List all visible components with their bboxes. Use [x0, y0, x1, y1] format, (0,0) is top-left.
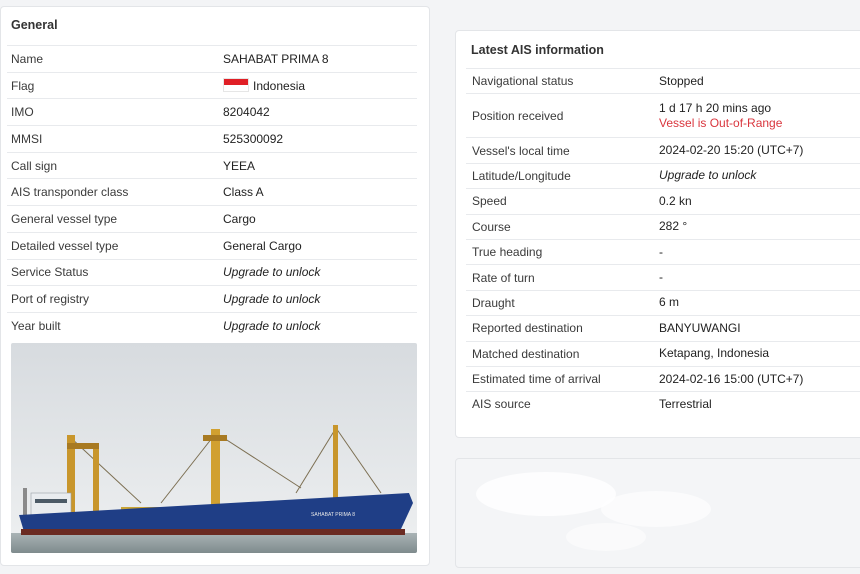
- value-rate-of-turn: -: [659, 270, 663, 285]
- value-draught: 6 m: [659, 295, 680, 310]
- label-speed: Speed: [472, 194, 507, 209]
- row-port-of-registry: Port of registry Upgrade to unlock: [7, 285, 417, 312]
- value-nav-status: Stopped: [659, 73, 704, 88]
- out-of-range-warning: Vessel is Out-of-Range: [659, 115, 783, 130]
- crane-arm-2: [203, 435, 227, 441]
- label-year-built: Year built: [11, 318, 61, 333]
- label-port-of-registry: Port of registry: [11, 292, 90, 307]
- row-year-built: Year built Upgrade to unlock: [7, 311, 417, 339]
- label-reported-destination: Reported destination: [472, 321, 583, 336]
- indonesia-flag-icon: [223, 78, 249, 93]
- row-imo: IMO 8204042: [7, 98, 417, 125]
- label-eta: Estimated time of arrival: [472, 372, 601, 387]
- value-detailed-type: General Cargo: [223, 238, 302, 253]
- sea: [11, 533, 417, 553]
- map-blob-3: [566, 523, 646, 551]
- hull-stripe: [21, 529, 405, 535]
- row-flag: Flag Indonesia: [7, 71, 417, 99]
- row-reported-destination: Reported destination BANYUWANGI: [466, 315, 860, 340]
- label-general-type: General vessel type: [11, 211, 118, 226]
- ais-table: Navigational status Stopped Position rec…: [466, 68, 860, 417]
- value-matched-destination[interactable]: Ketapang, Indonesia: [659, 346, 769, 361]
- row-speed: Speed 0.2 kn: [466, 188, 860, 213]
- value-eta: 2024-02-16 15:00 (UTC+7): [659, 371, 804, 386]
- map-panel[interactable]: [455, 458, 860, 568]
- crane-post-2: [211, 429, 220, 514]
- label-lat-lon: Latitude/Longitude: [472, 168, 571, 183]
- value-flag: Indonesia: [223, 78, 305, 93]
- row-lat-lon: Latitude/Longitude Upgrade to unlock: [466, 162, 860, 188]
- value-true-heading: -: [659, 244, 663, 259]
- label-nav-status: Navigational status: [472, 74, 574, 89]
- mast-bow: [23, 488, 27, 518]
- label-name: Name: [11, 51, 44, 66]
- value-name: SAHABAT PRIMA 8: [223, 51, 329, 66]
- label-course: Course: [472, 219, 511, 234]
- value-mmsi: 525300092: [223, 131, 284, 146]
- flag-country: Indonesia: [253, 79, 306, 94]
- row-eta: Estimated time of arrival 2024-02-16 15:…: [466, 365, 860, 391]
- ais-title: Latest AIS information: [471, 43, 604, 57]
- value-local-time: 2024-02-20 15:20 (UTC+7): [659, 143, 804, 158]
- upgrade-link-lat-lon[interactable]: Upgrade to unlock: [659, 168, 756, 183]
- value-imo: 8204042: [223, 105, 270, 120]
- map-blob-2: [601, 491, 711, 527]
- label-true-heading: True heading: [472, 245, 543, 260]
- value-reported-destination: BANYUWANGI: [659, 320, 741, 335]
- label-ais-source: AIS source: [472, 397, 531, 412]
- position-age: 1 d 17 h 20 mins ago: [659, 100, 772, 115]
- row-general-type: General vessel type Cargo: [7, 205, 417, 232]
- row-mmsi: MMSI 525300092: [7, 125, 417, 152]
- upgrade-link-port-of-registry[interactable]: Upgrade to unlock: [223, 292, 320, 306]
- general-table: Name SAHABAT PRIMA 8 Flag Indonesia IMO …: [7, 45, 417, 339]
- label-position-received: Position received: [472, 108, 564, 123]
- crane-post-1b: [93, 443, 99, 513]
- value-ais-source: Terrestrial: [659, 396, 712, 411]
- row-ais-class: AIS transponder class Class A: [7, 178, 417, 205]
- row-matched-destination: Matched destination Ketapang, Indonesia: [466, 340, 860, 366]
- map-placeholder: [476, 472, 711, 551]
- row-service-status: Service Status Upgrade to unlock: [7, 258, 417, 286]
- label-flag: Flag: [11, 78, 35, 93]
- value-position-received: 1 d 17 h 20 mins ago Vessel is Out-of-Ra…: [659, 101, 782, 131]
- row-course: Course 282 °: [466, 213, 860, 239]
- row-position-received: Position received 1 d 17 h 20 mins ago V…: [466, 93, 860, 137]
- label-matched-destination: Matched destination: [472, 346, 580, 361]
- label-service-status: Service Status: [11, 265, 89, 280]
- label-call-sign: Call sign: [11, 158, 58, 173]
- row-call-sign: Call sign YEEA: [7, 151, 417, 179]
- value-ais-class: Class A: [223, 185, 264, 200]
- vessel-photo[interactable]: SAHABAT PRIMA 8: [11, 343, 417, 553]
- value-call-sign: YEEA: [223, 158, 256, 173]
- label-mmsi: MMSI: [11, 131, 43, 146]
- label-draught: Draught: [472, 295, 515, 310]
- hull-name: SAHABAT PRIMA 8: [311, 512, 355, 518]
- value-speed: 0.2 kn: [659, 193, 692, 208]
- general-title: General: [11, 18, 58, 32]
- row-nav-status: Navigational status Stopped: [466, 68, 860, 93]
- label-detailed-type: Detailed vessel type: [11, 238, 119, 253]
- label-rate-of-turn: Rate of turn: [472, 270, 535, 285]
- row-ais-source: AIS source Terrestrial: [466, 391, 860, 416]
- value-general-type: Cargo: [223, 211, 256, 226]
- row-detailed-type: Detailed vessel type General Cargo: [7, 231, 417, 259]
- ais-card: Latest AIS information Navigational stat…: [455, 30, 860, 438]
- upgrade-link-year-built[interactable]: Upgrade to unlock: [223, 319, 320, 333]
- row-rate-of-turn: Rate of turn -: [466, 264, 860, 289]
- bridge-windows: [35, 499, 67, 503]
- value-course: 282 °: [659, 219, 688, 234]
- general-card: General Name SAHABAT PRIMA 8 Flag Indone…: [0, 6, 430, 566]
- map-blob-1: [476, 472, 616, 516]
- label-local-time: Vessel's local time: [472, 143, 570, 158]
- label-ais-class: AIS transponder class: [11, 185, 129, 200]
- row-local-time: Vessel's local time 2024-02-20 15:20 (UT…: [466, 137, 860, 162]
- row-true-heading: True heading -: [466, 238, 860, 264]
- crane-arm-1: [67, 443, 99, 449]
- row-draught: Draught 6 m: [466, 289, 860, 315]
- upgrade-link-service-status[interactable]: Upgrade to unlock: [223, 265, 320, 279]
- row-name: Name SAHABAT PRIMA 8: [7, 45, 417, 72]
- label-imo: IMO: [11, 105, 34, 120]
